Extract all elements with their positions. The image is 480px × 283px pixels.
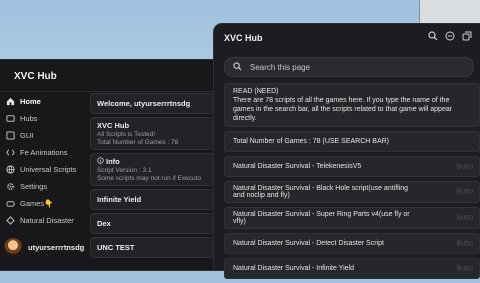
button-label: Infinite Yield — [97, 195, 142, 204]
button-label: Dex — [97, 219, 111, 228]
readme-card: READ (NEED) There are 78 scripts of all … — [224, 83, 480, 127]
info-note: Some scripts may not run if Executo — [97, 175, 202, 182]
script-list: READ (NEED) There are 78 scripts of all … — [224, 83, 480, 283]
info-icon — [97, 157, 104, 166]
script-label: Natural Disaster Survival - Detect Disas… — [233, 240, 384, 247]
username: utyurserrrtnsdg — [28, 242, 85, 252]
folder-icon — [6, 114, 15, 123]
script-button[interactable]: Natural Disaster Survival - Detect Disas… — [224, 233, 480, 254]
restore-icon[interactable] — [462, 31, 472, 41]
sidebar-item-hubs[interactable]: Hubs — [0, 110, 86, 127]
search-bar[interactable] — [224, 57, 474, 77]
script-label: Natural Disaster Survival - Super Ring P… — [233, 211, 410, 225]
script-label: Natural Disaster Survival - Infinite Yie… — [233, 265, 354, 272]
script-button[interactable]: Natural Disaster Survival - Super Ring P… — [224, 207, 480, 229]
window-controls — [428, 31, 472, 41]
button-hint: Butto — [456, 188, 473, 196]
sidebar-item-label: Hubs — [20, 114, 38, 123]
search-icon — [233, 58, 242, 76]
sidebar-item-games[interactable]: Games👇 — [0, 195, 86, 212]
unc-test-button[interactable]: UNC TEST — [90, 237, 222, 258]
button-label: UNC TEST — [97, 243, 135, 252]
total-games-card: Total Number of Games : 78 (USE SEARCH B… — [224, 131, 480, 152]
readme-body: There are 78 scripts of all the games he… — [233, 97, 453, 122]
button-hint: Butto — [456, 163, 473, 170]
hub-card-line: All Scripts is Tested! — [97, 131, 156, 138]
script-label: Natural Disaster Survival - Black Hole s… — [233, 185, 409, 199]
minimize-icon[interactable] — [445, 31, 455, 41]
sidebar-item-label: Games👇 — [20, 199, 54, 208]
script-button[interactable]: Natural Disaster Survival - Infinite Yie… — [224, 258, 480, 279]
sidebar-item-label: Settings — [20, 182, 48, 191]
sidebar-item-label: Home — [20, 97, 41, 106]
script-button[interactable]: Natural Disaster Survival - TelekenesisV… — [224, 156, 480, 177]
sidebar-item-home[interactable]: Home — [0, 93, 86, 110]
welcome-card: Welcome, utyurserrrtnsdg — [90, 93, 222, 114]
sidebar: Home Hubs GUI Fe Animations Universal Sc… — [0, 93, 86, 270]
script-label: Natural Disaster Survival - TelekenesisV… — [233, 163, 362, 170]
diamond-icon — [6, 216, 15, 225]
button-hint: Butto — [456, 265, 473, 272]
info-title: Info — [106, 157, 120, 166]
home-content: Welcome, utyurserrrtnsdg XVC Hub All Scr… — [90, 93, 222, 270]
search-icon[interactable] — [428, 31, 438, 41]
hub-card-title: XVC Hub — [97, 121, 130, 130]
sidebar-item-label: Natural Disaster — [20, 216, 74, 225]
info-card: Info Script Version : 3.1 Some scripts m… — [90, 153, 222, 186]
left-hub-window: XVC Hub Home Hubs GUI Fe Animations Univ… — [0, 60, 222, 270]
script-button[interactable]: Natural Disaster Survival - Black Hole s… — [224, 181, 480, 203]
home-icon — [6, 97, 15, 106]
right-hub-window: XVC Hub READ (NEED) There are 78 scripts… — [214, 24, 480, 279]
dex-button[interactable]: Dex — [90, 213, 222, 234]
sidebar-item-label: Fe Animations — [20, 148, 68, 157]
sidebar-item-label: Universal Scripts — [20, 165, 77, 174]
infinite-yield-button[interactable]: Infinite Yield — [90, 189, 222, 210]
button-hint: Butto — [456, 240, 473, 247]
hub-info-card: XVC Hub All Scripts is Tested! Total Num… — [90, 117, 222, 150]
title-divider — [0, 91, 222, 92]
gamepad-icon — [6, 199, 15, 208]
globe-icon — [6, 165, 15, 174]
readme-title: READ (NEED) — [233, 88, 279, 95]
sidebar-item-fe-animations[interactable]: Fe Animations — [0, 144, 86, 161]
sidebar-item-natural-disaster[interactable]: Natural Disaster — [0, 212, 86, 229]
search-input[interactable] — [248, 61, 452, 73]
avatar — [4, 238, 22, 256]
total-games-text: Total Number of Games : 78 (USE SEARCH B… — [233, 138, 389, 145]
welcome-text: Welcome, utyurserrrtnsdg — [97, 99, 191, 108]
user-profile[interactable]: utyurserrrtnsdg — [4, 238, 84, 256]
sidebar-item-label: GUI — [20, 131, 34, 140]
code-icon — [6, 148, 15, 157]
sidebar-item-gui[interactable]: GUI — [0, 127, 86, 144]
sidebar-item-universal-scripts[interactable]: Universal Scripts — [0, 161, 86, 178]
hub-card-line: Total Number of Games : 78 — [97, 139, 179, 146]
left-window-title: XVC Hub — [14, 71, 57, 82]
script-version: Script Version : 3.1 — [97, 167, 152, 174]
sidebar-item-settings[interactable]: Settings — [0, 178, 86, 195]
right-window-title: XVC Hub — [224, 33, 263, 43]
gear-icon — [6, 182, 15, 191]
button-hint: Butto — [456, 214, 473, 222]
window-icon — [6, 131, 15, 140]
